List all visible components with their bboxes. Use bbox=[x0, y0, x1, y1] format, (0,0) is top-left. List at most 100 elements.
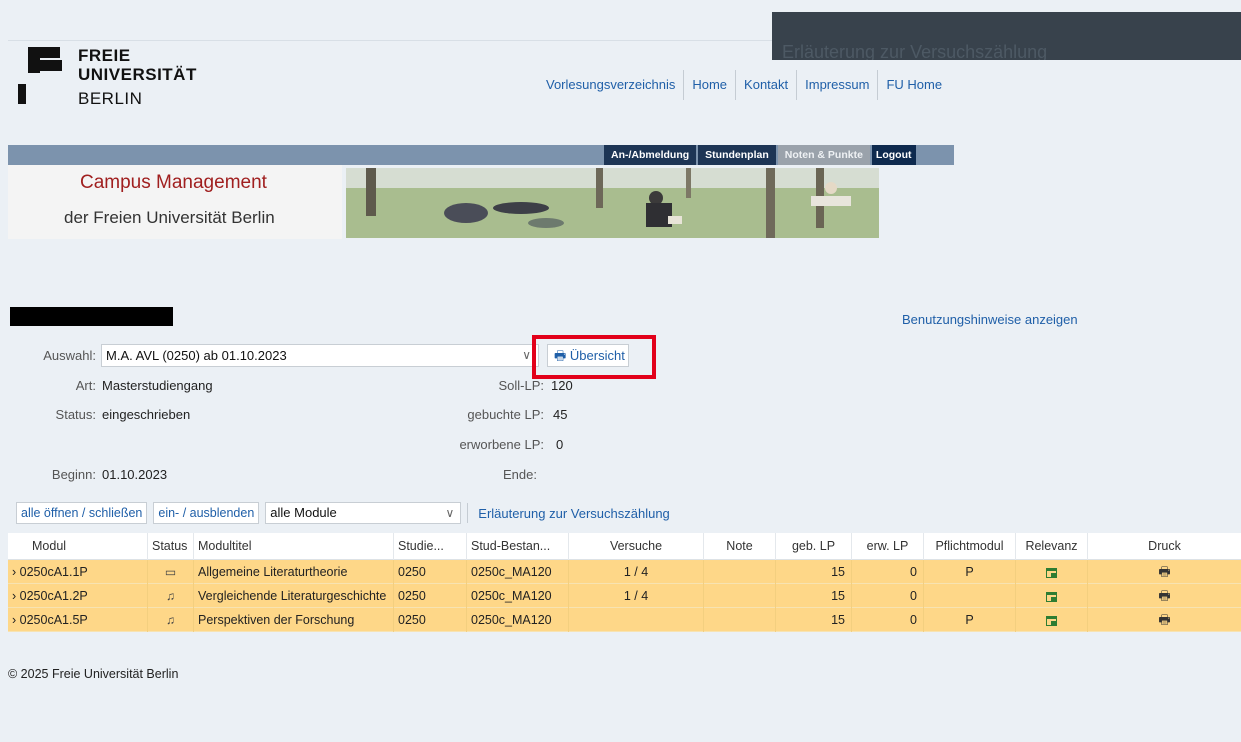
show-hide-button[interactable]: ein- / ausblenden bbox=[153, 502, 260, 524]
relevance-icon bbox=[1046, 615, 1057, 626]
versuche-cell bbox=[569, 608, 704, 632]
geb-lp-cell: 15 bbox=[776, 584, 852, 608]
module-title: Vergleichende Literaturgeschichte bbox=[194, 584, 394, 608]
col-header-erw-lp[interactable]: erw. LP bbox=[852, 533, 924, 560]
expand-row[interactable]: › 0250cA1.5P bbox=[8, 608, 148, 632]
studie-cell: 0250 bbox=[394, 560, 467, 584]
col-header-versuche[interactable]: Versuche bbox=[569, 533, 704, 560]
col-header-geb-lp[interactable]: geb. LP bbox=[776, 533, 852, 560]
col-header-modul[interactable]: Modul bbox=[8, 533, 148, 560]
col-header-modultitel[interactable]: Modultitel bbox=[194, 533, 394, 560]
table-row[interactable]: › 0250cA1.2P ♫ Vergleichende Literaturge… bbox=[8, 584, 1241, 608]
module-code: 0250cA1.1P bbox=[19, 565, 88, 579]
bestand-cell: 0250c_MA120 bbox=[467, 608, 569, 632]
beginn-label: Beginn: bbox=[51, 467, 96, 482]
versuche-cell: 1 / 4 bbox=[569, 560, 704, 584]
highlight-box bbox=[532, 335, 656, 379]
art-label: Art: bbox=[75, 378, 96, 393]
table-row[interactable]: › 0250cA1.1P ▭ Allgemeine Literaturtheor… bbox=[8, 560, 1241, 584]
table-row[interactable]: › 0250cA1.5P ♫ Perspektiven der Forschun… bbox=[8, 608, 1241, 632]
auswahl-label: Auswahl: bbox=[43, 348, 96, 363]
col-header-druck[interactable]: Druck bbox=[1088, 533, 1241, 560]
note-cell bbox=[704, 560, 776, 584]
beginn-value: 01.10.2023 bbox=[102, 467, 168, 482]
logout-button[interactable]: Logout bbox=[871, 145, 916, 165]
module-filter-select[interactable]: alle Module ∨ bbox=[265, 502, 462, 524]
banner-photo bbox=[346, 168, 879, 238]
logo-mark bbox=[28, 47, 40, 73]
expand-row[interactable]: › 0250cA1.1P bbox=[8, 560, 148, 584]
note-cell bbox=[704, 608, 776, 632]
col-header-relevanz[interactable]: Relevanz bbox=[1016, 533, 1088, 560]
status-value: eingeschrieben bbox=[102, 407, 191, 422]
col-header-studie[interactable]: Studie... bbox=[394, 533, 467, 560]
table-header: Modul Status Modultitel Studie... Stud-B… bbox=[8, 533, 1241, 560]
nav-vorlesungsverzeichnis[interactable]: Vorlesungsverzeichnis bbox=[538, 70, 685, 100]
status-cell: ♫ bbox=[148, 584, 194, 608]
chevron-down-icon: ∨ bbox=[522, 348, 531, 362]
logo-line-1: FREIE bbox=[78, 46, 131, 65]
druck-cell[interactable]: 🖶 bbox=[1088, 560, 1241, 584]
status-cell: ♫ bbox=[148, 608, 194, 632]
calendar-icon: ▭ bbox=[164, 565, 177, 579]
col-header-pflichtmodul[interactable]: Pflichtmodul bbox=[924, 533, 1016, 560]
module-title: Allgemeine Literaturtheorie bbox=[194, 560, 394, 584]
chevron-right-icon: › bbox=[12, 589, 17, 603]
gebuchte-lp-value: 45 bbox=[553, 407, 568, 422]
table-toolbar: alle öffnen / schließen ein- / ausblende… bbox=[16, 502, 670, 524]
ende-label: Ende: bbox=[503, 467, 537, 482]
printer-icon[interactable]: 🖶 bbox=[1158, 564, 1170, 579]
relevanz-cell[interactable] bbox=[1016, 584, 1088, 608]
erworbene-lp-label: erworbene LP: bbox=[459, 437, 544, 452]
nav-kontakt[interactable]: Kontakt bbox=[736, 70, 798, 100]
tab-an-abmeldung[interactable]: An-/Abmeldung bbox=[604, 145, 697, 165]
studie-cell: 0250 bbox=[394, 608, 467, 632]
module-filter-value: alle Module bbox=[270, 505, 337, 520]
module-title: Perspektiven der Forschung bbox=[194, 608, 394, 632]
printer-icon[interactable]: 🖶 bbox=[1158, 588, 1170, 603]
study-program-value: M.A. AVL (0250) ab 01.10.2023 bbox=[106, 348, 287, 363]
bell-icon: ♫ bbox=[166, 613, 175, 627]
toolbar-divider bbox=[467, 503, 469, 523]
relevanz-cell[interactable] bbox=[1016, 560, 1088, 584]
study-program-select[interactable]: M.A. AVL (0250) ab 01.10.2023 ∨ bbox=[101, 344, 539, 367]
col-header-bestand[interactable]: Stud-Bestan... bbox=[467, 533, 569, 560]
tab-stundenplan[interactable]: Stundenplan bbox=[698, 145, 776, 165]
status-cell: ▭ bbox=[148, 560, 194, 584]
druck-cell[interactable]: 🖶 bbox=[1088, 608, 1241, 632]
top-navigation: Vorlesungsverzeichnis Home Kontakt Impre… bbox=[538, 70, 950, 100]
printer-icon[interactable]: 🖶 bbox=[1158, 612, 1170, 627]
nav-fu-home[interactable]: FU Home bbox=[878, 70, 950, 100]
versuche-cell: 1 / 4 bbox=[569, 584, 704, 608]
tab-noten-punkte[interactable]: Noten & Punkte bbox=[777, 145, 870, 165]
fu-logo[interactable]: FREIE UNIVERSITÄT BERLIN bbox=[18, 46, 208, 116]
relevanz-cell[interactable] bbox=[1016, 608, 1088, 632]
chevron-right-icon: › bbox=[12, 613, 17, 627]
logo-line-2: UNIVERSITÄT bbox=[78, 65, 197, 84]
campus-title: Campus Management bbox=[80, 172, 267, 193]
col-header-status[interactable]: Status bbox=[148, 533, 194, 560]
help-link[interactable]: Benutzungshinweise anzeigen bbox=[902, 312, 1078, 327]
relevance-icon bbox=[1046, 591, 1057, 602]
erworbene-lp-value: 0 bbox=[556, 437, 564, 452]
nav-home[interactable]: Home bbox=[684, 70, 737, 100]
art-value: Masterstudiengang bbox=[102, 378, 213, 393]
explain-attempts-link[interactable]: Erläuterung zur Versuchszählung bbox=[478, 506, 670, 521]
soll-lp-label: Soll-LP: bbox=[498, 378, 544, 393]
module-code: 0250cA1.5P bbox=[19, 613, 88, 627]
toggle-all-button[interactable]: alle öffnen / schließen bbox=[16, 502, 148, 524]
col-header-note[interactable]: Note bbox=[704, 533, 776, 560]
expand-row[interactable]: › 0250cA1.2P bbox=[8, 584, 148, 608]
nav-impressum[interactable]: Impressum bbox=[797, 70, 879, 100]
erw-lp-cell: 0 bbox=[852, 608, 924, 632]
footer-copyright: © 2025 Freie Universität Berlin bbox=[8, 667, 179, 681]
tooltip-overlay: Erläuterung zur Versuchszählung bbox=[772, 12, 1241, 60]
tooltip-text: Erläuterung zur Versuchszählung bbox=[782, 42, 1048, 60]
geb-lp-cell: 15 bbox=[776, 560, 852, 584]
druck-cell[interactable]: 🖶 bbox=[1088, 584, 1241, 608]
status-label: Status: bbox=[55, 407, 96, 422]
bell-icon: ♫ bbox=[166, 589, 175, 603]
bestand-cell: 0250c_MA120 bbox=[467, 560, 569, 584]
gebuchte-lp-label: gebuchte LP: bbox=[467, 407, 544, 422]
relevance-icon bbox=[1046, 567, 1057, 578]
